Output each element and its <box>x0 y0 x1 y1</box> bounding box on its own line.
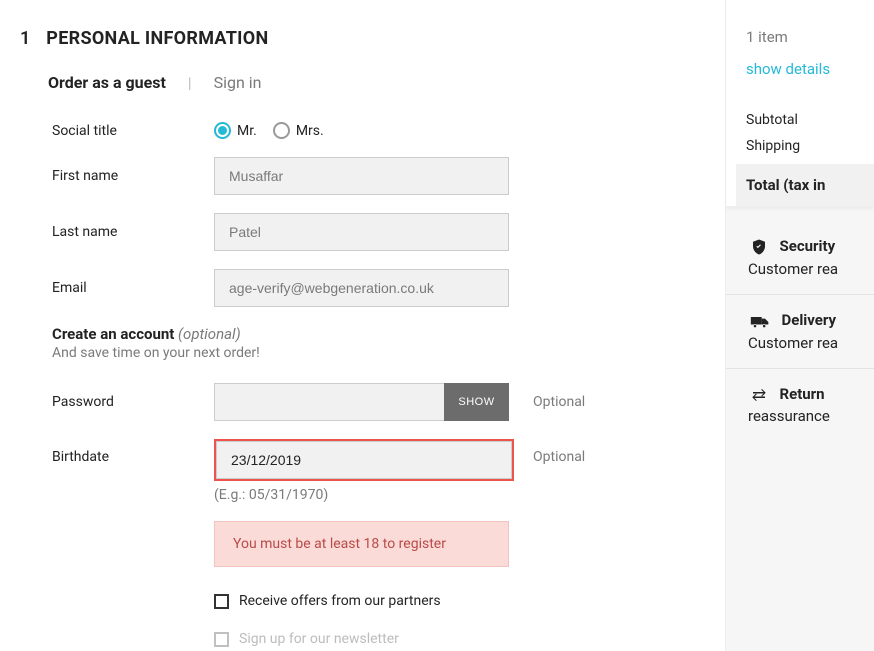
truck-icon <box>750 314 770 330</box>
radio-circle-icon <box>214 122 231 139</box>
birthdate-input[interactable] <box>216 441 512 479</box>
radio-mr[interactable]: Mr. <box>214 122 257 139</box>
birthdate-error-highlight <box>214 439 514 481</box>
personal-info-section: 1 PERSONAL INFORMATION Order as a guest … <box>0 0 726 651</box>
reassurance-return: Return reassurance <box>726 368 874 441</box>
exchange-icon <box>750 388 768 402</box>
section-title: PERSONAL INFORMATION <box>46 28 268 49</box>
section-header: 1 PERSONAL INFORMATION <box>20 28 705 49</box>
checkbox-newsletter[interactable] <box>214 632 229 647</box>
reassurance-return-sub: reassurance <box>748 407 874 425</box>
radio-circle-icon <box>273 122 290 139</box>
label-birthdate: Birthdate <box>52 439 214 465</box>
checkbox-offers[interactable] <box>214 594 229 609</box>
label-first-name: First name <box>52 168 214 184</box>
social-title-radios: Mr. Mrs. <box>214 122 509 139</box>
create-account-block: Create an account (optional) And save ti… <box>52 325 705 361</box>
checkbox-newsletter-label: Sign up for our newsletter <box>239 631 399 647</box>
reassurance-return-title: Return <box>779 385 824 403</box>
checkbox-offers-label: Receive offers from our partners <box>239 593 441 609</box>
auth-tabs: Order as a guest | Sign in <box>48 73 705 92</box>
label-email: Email <box>52 280 214 296</box>
birthdate-optional-hint: Optional <box>533 439 585 465</box>
reassurance-delivery: Delivery Customer rea <box>726 294 874 367</box>
create-account-title: Create an account <box>52 325 174 343</box>
password-optional-hint: Optional <box>533 394 585 410</box>
reassurance-delivery-sub: Customer rea <box>748 334 874 352</box>
age-error-message: You must be at least 18 to register <box>214 521 509 567</box>
reassurance-delivery-title: Delivery <box>781 311 836 329</box>
last-name-input[interactable] <box>214 213 509 251</box>
reassurance-block: Security Customer rea Delivery Customer … <box>726 237 874 441</box>
first-name-input[interactable] <box>214 157 509 195</box>
radio-mr-label: Mr. <box>237 123 257 139</box>
password-input[interactable] <box>214 383 444 421</box>
summary-shipping-label: Shipping <box>746 138 874 154</box>
tab-separator: | <box>188 74 192 92</box>
reassurance-security-title: Security <box>779 237 835 255</box>
radio-mrs-label: Mrs. <box>296 123 324 139</box>
label-password: Password <box>52 394 214 410</box>
create-account-optional: (optional) <box>174 325 240 343</box>
summary-card: 1 item show details Subtotal Shipping To… <box>726 0 874 207</box>
tab-guest[interactable]: Order as a guest <box>48 73 166 92</box>
reassurance-security: Security Customer rea <box>726 237 874 294</box>
reassurance-security-sub: Customer rea <box>748 260 874 278</box>
radio-mrs[interactable]: Mrs. <box>273 122 324 139</box>
tab-sign-in[interactable]: Sign in <box>214 73 262 92</box>
label-last-name: Last name <box>52 224 214 240</box>
birthdate-example: (E.g.: 05/31/1970) <box>214 487 509 503</box>
personal-info-form: Social title Mr. Mrs. First <box>52 122 705 307</box>
shield-icon <box>750 238 768 256</box>
summary-total-label: Total (tax in <box>736 164 874 206</box>
create-account-sub: And save time on your next order! <box>52 345 705 361</box>
email-input[interactable] <box>214 269 509 307</box>
show-details-link[interactable]: show details <box>746 60 830 78</box>
label-social-title: Social title <box>52 123 214 139</box>
show-password-button[interactable]: SHOW <box>444 383 509 421</box>
summary-item-count: 1 item <box>746 28 874 46</box>
summary-subtotal-label: Subtotal <box>746 112 874 128</box>
order-summary-sidebar: 1 item show details Subtotal Shipping To… <box>726 0 874 651</box>
step-number: 1 <box>20 28 30 49</box>
